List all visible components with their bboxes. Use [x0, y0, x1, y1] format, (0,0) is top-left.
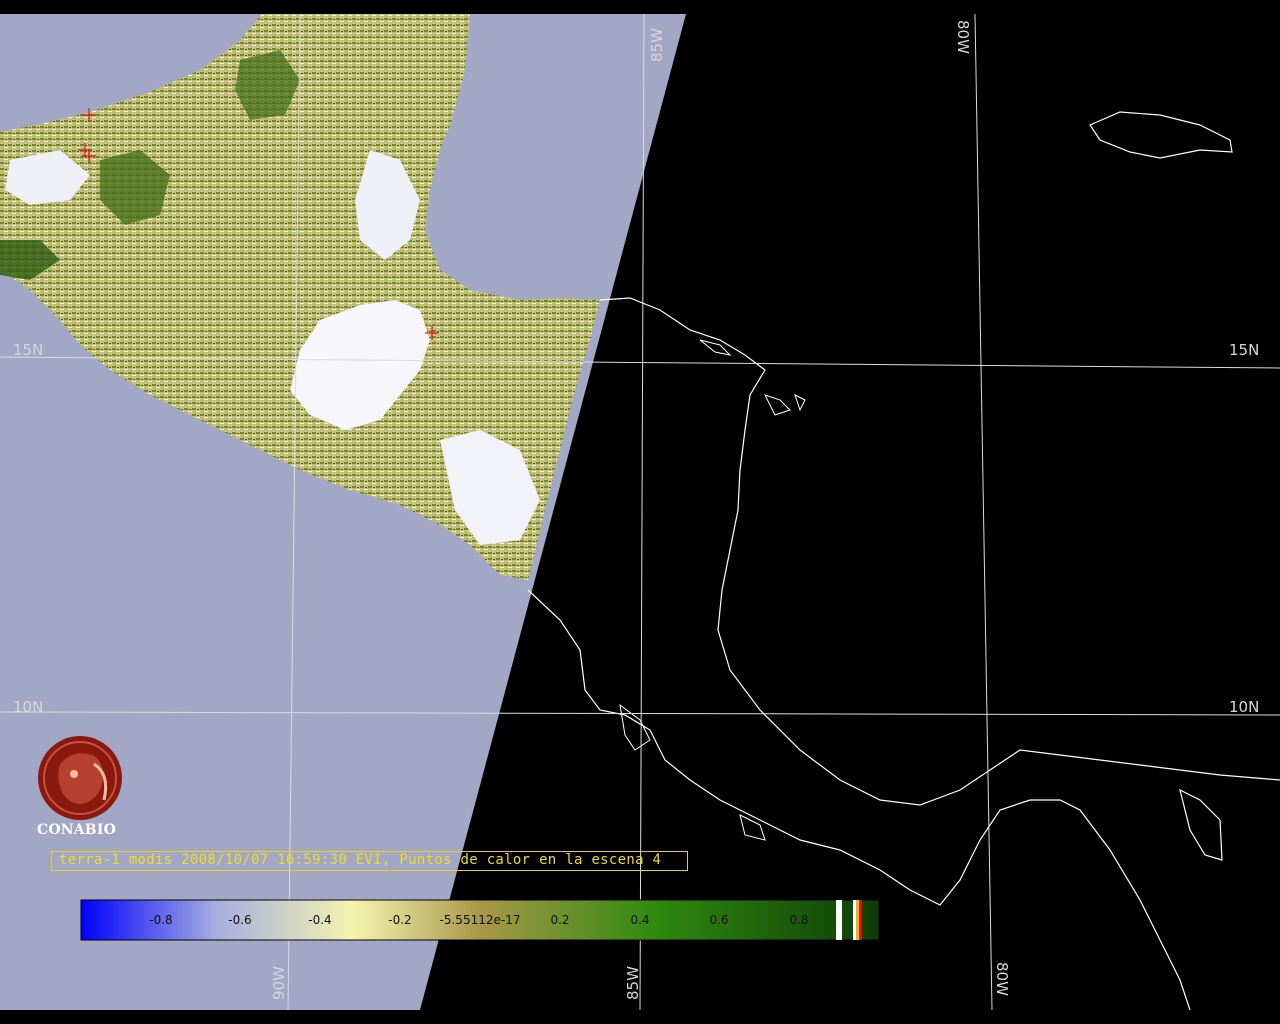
colorbar-tick-label: 0.8: [789, 913, 808, 927]
coast-mosquitia-islands: [699, 339, 806, 416]
lon-label-90w-bottom: 90W: [270, 966, 288, 1000]
colorbar-red-band: [859, 900, 862, 940]
lat-label-15n-right: 15N: [1229, 341, 1259, 359]
colorbar-tick-label: -5.55112e-17: [440, 913, 521, 927]
colorbar-tick-label: 0.2: [550, 913, 569, 927]
lon-label-85w-bottom: 85W: [624, 966, 642, 1000]
colorbar-tick-label: -0.4: [308, 913, 331, 927]
colorbar-yellow-band: [856, 900, 859, 940]
map-viewer: 15N 15N 10N 10N 90W 85W 85W 80W 80W -0.8…: [0, 0, 1280, 1024]
coastline-peninsula: [1179, 788, 1223, 861]
colorbar-tick-label: 0.4: [630, 913, 649, 927]
lat-label-15n-left: 15N: [13, 341, 43, 359]
colorbar-tick-label: -0.8: [149, 913, 172, 927]
conabio-logo-text: CONABIO: [37, 822, 116, 838]
colorbar-white-band: [836, 900, 842, 940]
colorbar: -0.8 -0.6 -0.4 -0.2 -5.55112e-17 0.2 0.4 0.6 0.8: [80, 899, 880, 941]
colorbar-tick-label: 0.6: [709, 913, 728, 927]
lat-label-10n-right: 10N: [1229, 698, 1259, 716]
scene-caption: terra-1 modis 2008/10/07 16:59:30 EVI, P…: [59, 852, 662, 868]
lat-label-10n-left: 10N: [13, 698, 43, 716]
colorbar-tick-label: -0.2: [388, 913, 411, 927]
lon-label-80w-top: 80W: [954, 20, 972, 54]
island-jamaica: [1089, 111, 1233, 159]
colorbar-white-band-2: [853, 900, 856, 940]
lon-label-80w-bottom: 80W: [993, 962, 1011, 996]
colorbar-tick-label: -0.6: [228, 913, 251, 927]
lon-label-85w-top: 85W: [648, 28, 666, 62]
coastline: [599, 297, 1280, 806]
coastline-pacific: [527, 589, 1191, 1011]
